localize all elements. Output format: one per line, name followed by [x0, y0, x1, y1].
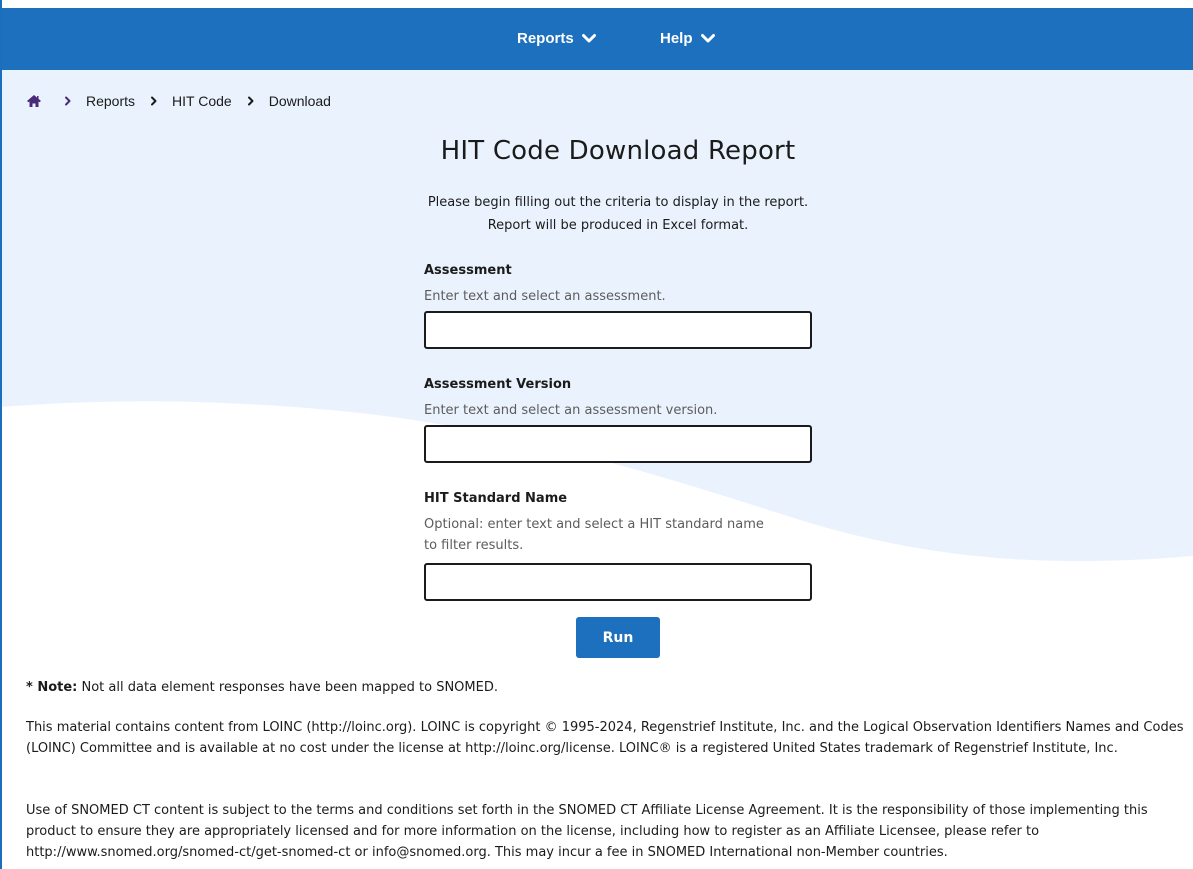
nav-help-label: Help — [660, 30, 693, 47]
home-icon[interactable] — [26, 94, 42, 108]
snomed-notice: Use of SNOMED CT content is subject to t… — [26, 803, 1148, 860]
intro-text: Please begin filling out the criteria to… — [0, 191, 1193, 237]
nav-help-menu[interactable]: Help — [660, 8, 715, 70]
breadcrumb: Reports HIT Code Download — [26, 91, 331, 111]
page: Reports Help Reports HIT Code Download H… — [0, 0, 1193, 869]
breadcrumb-hit-code[interactable]: HIT Code — [172, 93, 232, 109]
left-border — [0, 0, 2, 869]
note-prefix: * Note: — [26, 680, 78, 695]
assessment-version-label: Assessment Version — [424, 377, 572, 392]
nav-reports-menu[interactable]: Reports — [517, 8, 596, 70]
chevron-down-icon — [581, 34, 596, 43]
top-navbar: Reports Help — [0, 8, 1193, 70]
hit-standard-name-hint-line-1: Optional: enter text and select a HIT st… — [424, 517, 764, 532]
assessment-input[interactable] — [424, 311, 812, 349]
hit-standard-name-input[interactable] — [424, 563, 812, 601]
chevron-right-icon — [65, 96, 71, 106]
top-strip — [0, 0, 1193, 8]
hit-standard-name-hint: Optional: enter text and select a HIT st… — [424, 514, 824, 556]
hit-standard-name-label: HIT Standard Name — [424, 491, 568, 506]
page-title: HIT Code Download Report — [440, 136, 796, 166]
note-text: Not all data element responses have been… — [77, 680, 498, 695]
hit-standard-name-hint-line-2: to filter results. — [424, 538, 524, 553]
snomed-note: * Note: Not all data element responses h… — [26, 680, 498, 695]
nav-reports-label: Reports — [517, 30, 574, 47]
intro-line-1: Please begin filling out the criteria to… — [427, 195, 809, 210]
assessment-version-input[interactable] — [424, 425, 812, 463]
breadcrumb-reports[interactable]: Reports — [86, 93, 135, 109]
main-content: HIT Code Download Report Please begin fi… — [0, 0, 1193, 869]
run-button[interactable]: Run — [576, 617, 660, 658]
chevron-right-icon — [247, 96, 254, 106]
assessment-hint: Enter text and select an assessment. — [424, 289, 666, 304]
chevron-right-icon — [151, 96, 157, 106]
loinc-notice: This material contains content from LOIN… — [26, 720, 1184, 756]
chevron-down-icon — [700, 34, 715, 43]
breadcrumb-download: Download — [268, 93, 331, 109]
intro-line-2: Report will be produced in Excel format. — [487, 218, 749, 233]
assessment-label: Assessment — [424, 263, 512, 278]
assessment-version-hint: Enter text and select an assessment vers… — [424, 403, 718, 418]
